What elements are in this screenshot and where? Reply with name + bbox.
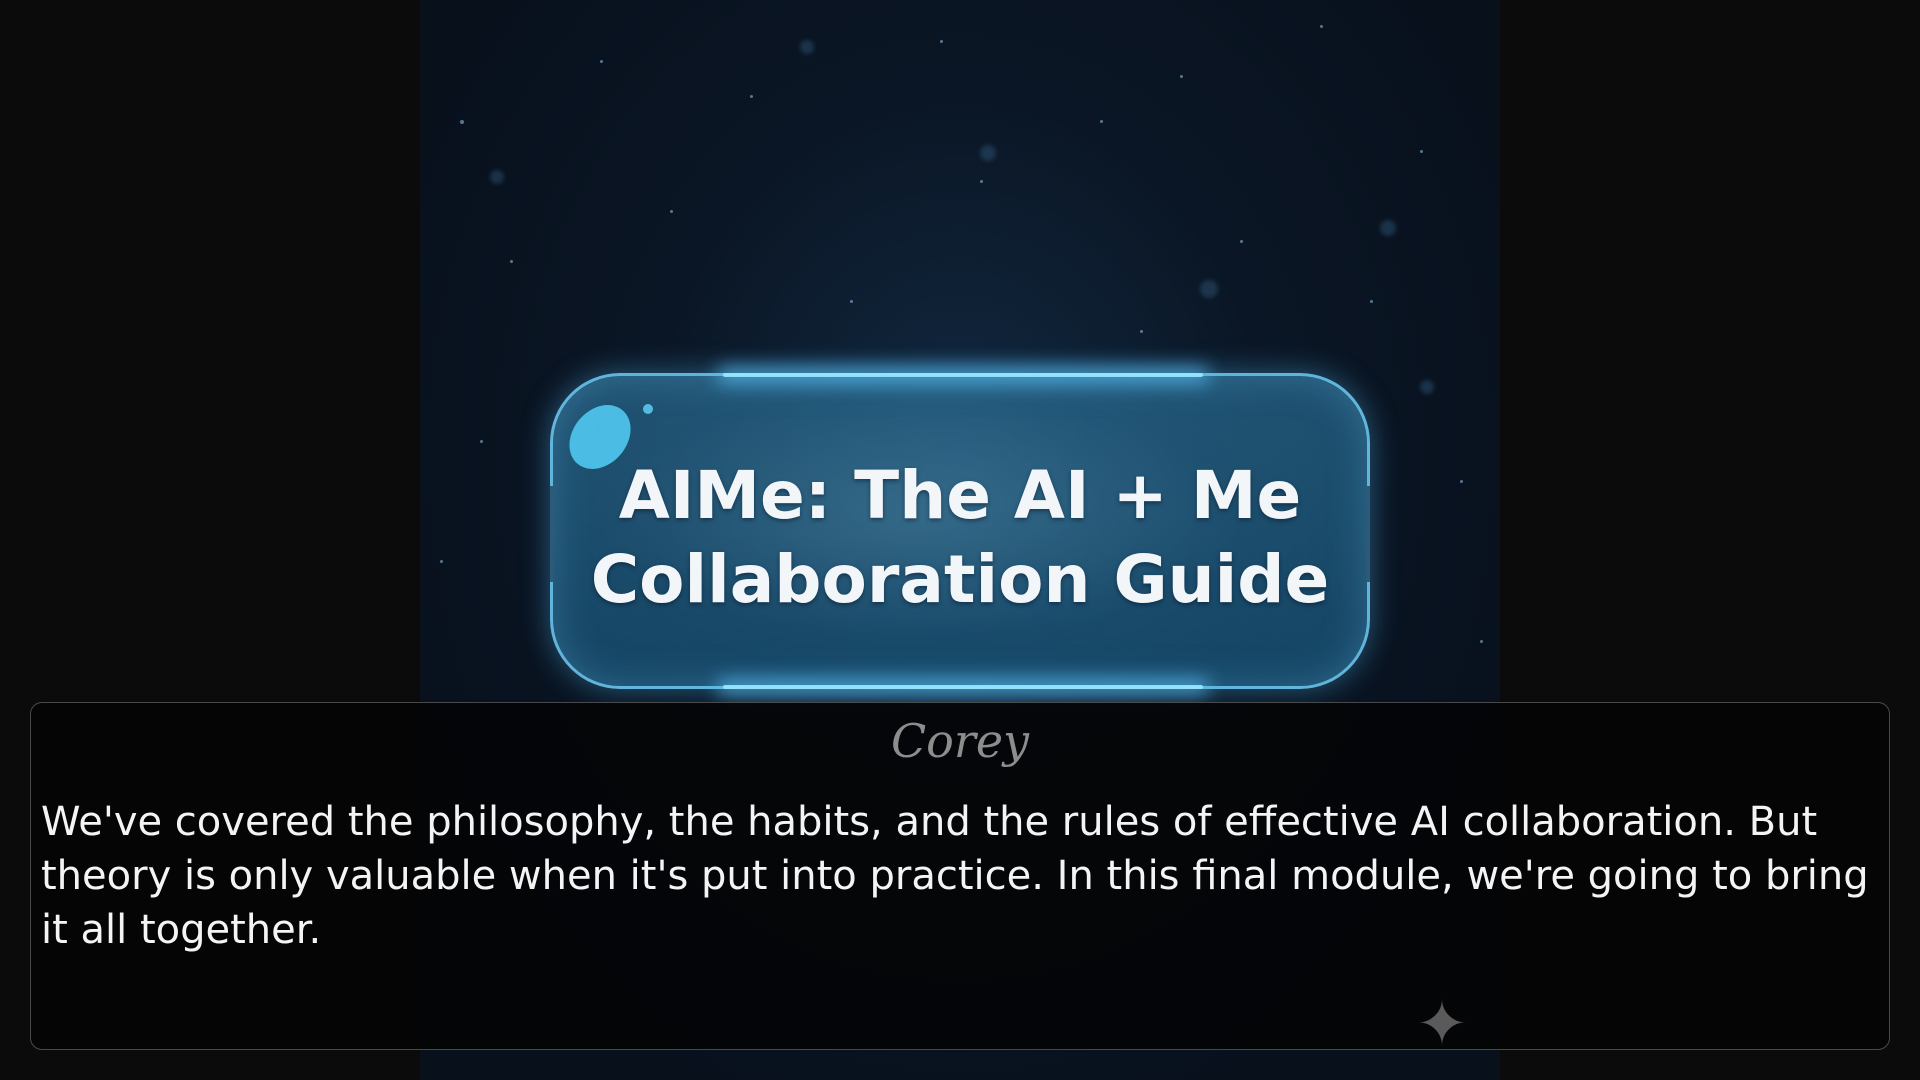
- page-title: AIMe: The AI + Me Collaboration Guide: [553, 454, 1367, 622]
- star: [1460, 480, 1463, 483]
- speaker-name: Corey: [890, 714, 1030, 768]
- star: [1420, 150, 1423, 153]
- star: [750, 95, 753, 98]
- star: [1200, 280, 1218, 298]
- title-card-glow-bottom: [723, 685, 1203, 689]
- star: [490, 170, 504, 184]
- star: [1320, 25, 1323, 28]
- sparkle-icon[interactable]: ✦: [1411, 993, 1473, 1055]
- title-card-notch-right: [1367, 486, 1370, 582]
- star: [980, 180, 983, 183]
- dialog-box[interactable]: Corey We've covered the philosophy, the …: [30, 702, 1890, 1055]
- dialog-text: We've covered the philosophy, the habits…: [41, 799, 1869, 953]
- star: [980, 145, 996, 161]
- star: [850, 300, 853, 303]
- star: [460, 120, 464, 124]
- star: [800, 40, 814, 54]
- star: [1100, 120, 1103, 123]
- star: [940, 40, 943, 43]
- title-card: AIMe: The AI + Me Collaboration Guide: [550, 373, 1370, 689]
- title-line-1: AIMe: The AI + Me: [618, 457, 1302, 534]
- title-line-2: Collaboration Guide: [590, 541, 1330, 618]
- star: [1140, 330, 1143, 333]
- title-card-highlight-dot: [643, 404, 653, 414]
- star: [600, 60, 603, 63]
- star: [510, 260, 513, 263]
- star: [1380, 220, 1396, 236]
- title-card-glow-top: [723, 373, 1203, 377]
- star: [1180, 75, 1183, 78]
- star: [440, 560, 443, 563]
- star: [1480, 640, 1483, 643]
- star: [480, 440, 483, 443]
- star: [1240, 240, 1243, 243]
- star: [670, 210, 673, 213]
- visual-novel-screen: AIMe: The AI + Me Collaboration Guide Co…: [0, 0, 1920, 1080]
- star: [1420, 380, 1434, 394]
- star: [1370, 300, 1373, 303]
